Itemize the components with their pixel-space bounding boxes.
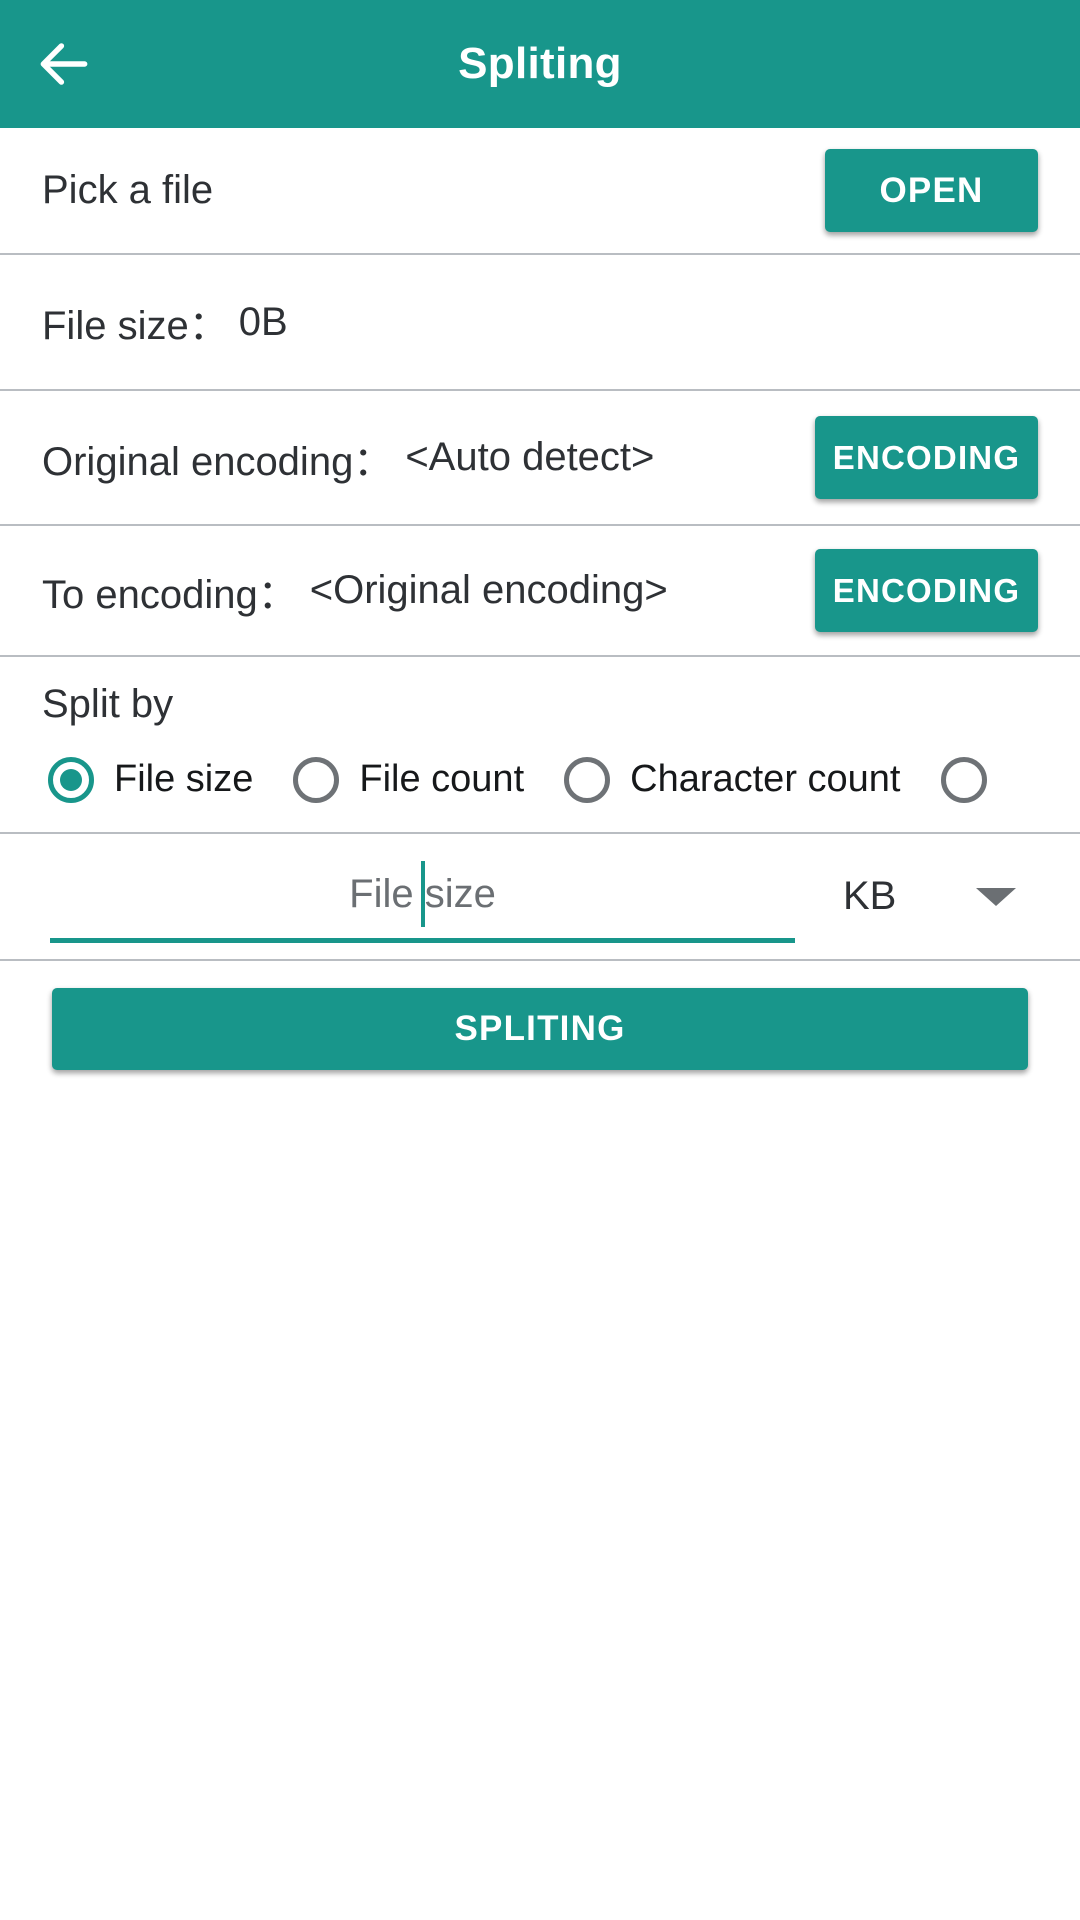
- open-button[interactable]: OPEN: [825, 149, 1038, 232]
- to-encoding-row: To encoding： <Original encoding> ENCODIN…: [0, 526, 1080, 657]
- unit-select-value: KB: [843, 874, 897, 918]
- to-encoding-label: To encoding：: [42, 572, 298, 617]
- page-title: Spliting: [458, 39, 622, 88]
- pick-file-label: Pick a file: [42, 168, 214, 212]
- radio-option-file-size[interactable]: File size: [48, 756, 254, 803]
- radio-label: File size: [114, 758, 254, 800]
- original-encoding-value: <Auto detect>: [405, 435, 655, 479]
- to-encoding-button[interactable]: ENCODING: [815, 549, 1038, 632]
- file-size-value: 0B: [238, 299, 288, 344]
- original-encoding-row: Original encoding： <Auto detect> ENCODIN…: [0, 391, 1080, 526]
- text-caret: [420, 861, 425, 927]
- split-by-radio-group: File size File count Character count: [0, 727, 1080, 832]
- file-size-row: File size： 0B: [0, 255, 1080, 391]
- radio-option-file-count[interactable]: File count: [293, 756, 525, 803]
- original-encoding-label: Original encoding：: [42, 439, 394, 484]
- radio-icon: [564, 756, 611, 803]
- back-button[interactable]: [0, 0, 128, 128]
- radio-icon: [48, 756, 94, 803]
- to-encoding-value: <Original encoding>: [309, 568, 668, 612]
- radio-icon: [940, 756, 987, 803]
- amount-input[interactable]: File size: [50, 850, 795, 943]
- radio-option-overflow[interactable]: [940, 756, 1007, 803]
- radio-label: File count: [359, 758, 525, 800]
- app-bar: Spliting: [0, 0, 1080, 128]
- file-size-label: File size：: [42, 304, 229, 348]
- unit-select[interactable]: KB: [795, 853, 1038, 941]
- action-area: SPLITING: [0, 961, 1080, 1070]
- split-by-label: Split by: [42, 682, 174, 726]
- amount-row: File size KB: [0, 834, 1080, 961]
- radio-option-character-count[interactable]: Character count: [564, 756, 901, 803]
- pick-file-row: Pick a file OPEN: [0, 128, 1080, 255]
- radio-label: Character count: [630, 758, 901, 800]
- splitting-button[interactable]: SPLITING: [52, 988, 1028, 1070]
- split-by-section: Split by File size File count Character …: [0, 657, 1080, 834]
- chevron-down-icon: [976, 887, 1016, 906]
- original-encoding-button[interactable]: ENCODING: [815, 416, 1038, 499]
- arrow-left-icon: [33, 33, 95, 95]
- radio-icon: [293, 756, 340, 803]
